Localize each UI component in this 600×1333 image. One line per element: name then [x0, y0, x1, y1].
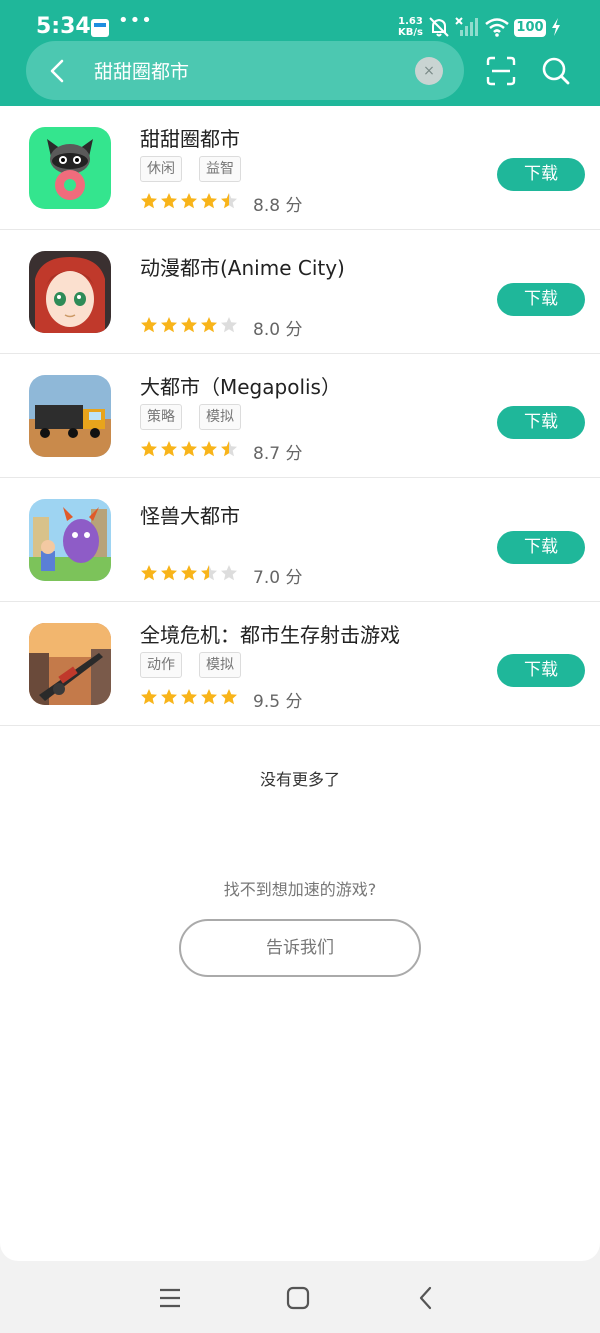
- net-speed-unit: KB/s: [398, 27, 423, 38]
- rating-stars: [140, 564, 240, 584]
- star-icon: [141, 565, 157, 581]
- rating-stars: [140, 688, 240, 708]
- rating-stars: [140, 440, 240, 460]
- game-tag: 益智: [199, 156, 241, 182]
- star-icon: [181, 689, 197, 705]
- star-icon: [181, 441, 197, 457]
- game-thumbnail: [29, 251, 111, 333]
- clear-search-button[interactable]: ×: [415, 57, 443, 85]
- result-row[interactable]: 大都市（Megapolis） 策略 模拟 8.7 分 下载: [0, 354, 600, 478]
- star-icon: [141, 193, 157, 209]
- game-title: 大都市（Megapolis）: [140, 375, 341, 399]
- download-button[interactable]: 下载: [497, 283, 585, 316]
- star-icon: [181, 193, 197, 209]
- charging-icon: [552, 18, 560, 36]
- search-results: 甜甜圈都市 休闲 益智 8.8 分 下载 动漫都市(Anime City) 8.…: [0, 106, 600, 1261]
- game-score: 7.0 分: [253, 568, 303, 588]
- system-nav-bar: [0, 1262, 600, 1333]
- star-icon: [141, 441, 157, 457]
- game-score: 8.7 分: [253, 444, 303, 464]
- star-icon: [161, 565, 177, 581]
- star-icon: [201, 689, 217, 705]
- star-icon: [161, 689, 177, 705]
- game-thumbnail: [29, 127, 111, 209]
- game-title: 甜甜圈都市: [140, 127, 240, 151]
- game-tag: 动作: [140, 652, 182, 678]
- search-input[interactable]: [94, 41, 394, 100]
- scan-icon[interactable]: [486, 56, 516, 86]
- star-icon: [221, 317, 237, 333]
- net-speed: 1.63 KB/s: [398, 16, 423, 38]
- search-icon[interactable]: [541, 56, 571, 86]
- top-header: 5:34 ••• 1.63 KB/s 100 甜甜圈都市 ×: [0, 0, 600, 106]
- status-bar: 5:34 ••• 1.63 KB/s 100: [0, 0, 600, 44]
- star-icon: [141, 689, 157, 705]
- game-thumbnail: [29, 623, 111, 705]
- game-title: 动漫都市(Anime City): [140, 256, 345, 280]
- rating-stars: [140, 192, 240, 212]
- star-icon: [181, 565, 197, 581]
- game-score: 8.8 分: [253, 196, 303, 216]
- home-icon[interactable]: [285, 1285, 311, 1311]
- star-icon: [221, 441, 237, 457]
- star-icon: [201, 441, 217, 457]
- result-row[interactable]: 怪兽大都市 7.0 分 下载: [0, 478, 600, 602]
- star-icon: [221, 565, 237, 581]
- notification-app-icon: [91, 19, 109, 37]
- download-button[interactable]: 下载: [497, 406, 585, 439]
- tell-us-button[interactable]: 告诉我们: [179, 919, 421, 977]
- more-notifications-icon: •••: [118, 10, 153, 31]
- net-speed-value: 1.63: [398, 16, 423, 27]
- star-icon: [161, 317, 177, 333]
- star-icon: [161, 193, 177, 209]
- star-icon: [201, 317, 217, 333]
- game-thumbnail: [29, 375, 111, 457]
- download-button[interactable]: 下载: [497, 531, 585, 564]
- back-icon[interactable]: [40, 53, 76, 89]
- download-button[interactable]: 下载: [497, 654, 585, 687]
- game-score: 9.5 分: [253, 692, 303, 712]
- wifi-icon: [485, 18, 509, 37]
- star-icon: [221, 193, 237, 209]
- star-icon: [221, 689, 237, 705]
- result-row[interactable]: 全境危机：都市生存射击游戏 动作 模拟 9.5 分 下载: [0, 602, 600, 726]
- signal-icon: [455, 17, 478, 36]
- cant-find-label: 找不到想加速的游戏?: [223, 880, 377, 899]
- game-title: 怪兽大都市: [140, 504, 240, 528]
- game-tag: 休闲: [140, 156, 182, 182]
- star-icon: [161, 441, 177, 457]
- game-title: 全境危机：都市生存射击游戏: [140, 623, 400, 647]
- battery-indicator: 100: [514, 19, 546, 37]
- game-tag: 模拟: [199, 404, 241, 430]
- no-more-label: 没有更多了: [259, 770, 340, 789]
- rating-stars: [140, 316, 240, 336]
- download-button[interactable]: 下载: [497, 158, 585, 191]
- star-icon: [201, 193, 217, 209]
- game-tag: 策略: [140, 404, 182, 430]
- star-icon: [181, 317, 197, 333]
- search-bar[interactable]: ×: [26, 41, 464, 100]
- result-row[interactable]: 动漫都市(Anime City) 8.0 分 下载: [0, 230, 600, 354]
- status-time: 5:34: [36, 14, 91, 39]
- menu-icon[interactable]: [157, 1285, 183, 1311]
- star-icon: [141, 317, 157, 333]
- game-thumbnail: [29, 499, 111, 581]
- result-row[interactable]: 甜甜圈都市 休闲 益智 8.8 分 下载: [0, 106, 600, 230]
- mute-bell-icon: [429, 17, 449, 37]
- star-icon: [201, 565, 217, 581]
- game-tag: 模拟: [199, 652, 241, 678]
- nav-back-icon[interactable]: [413, 1285, 439, 1311]
- game-score: 8.0 分: [253, 320, 303, 340]
